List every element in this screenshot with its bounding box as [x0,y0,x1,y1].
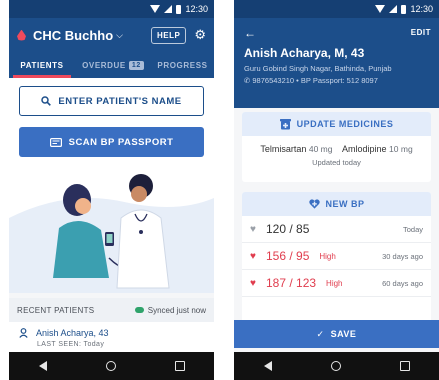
bp-level: High [326,278,343,288]
signal-icon [389,5,398,13]
recent-patients-title: RECENT PATIENTS [17,305,95,315]
patient-header: ← EDIT Anish Acharya, M, 43 Guru Gobind … [234,18,439,108]
medicine-name: Telmisartan [260,144,307,154]
save-label: SAVE [330,329,357,339]
search-patient-button[interactable]: ENTER PATIENT'S NAME [19,86,204,116]
list-item[interactable]: Anish Acharya, 43 LAST SEEN: Today [9,322,214,352]
tab-patients[interactable]: PATIENTS [9,52,75,78]
back-arrow-icon[interactable]: ← [244,26,429,40]
recent-patient-last-seen: LAST SEEN: Today [37,341,105,348]
new-bp-button[interactable]: NEW BP [242,192,431,216]
nav-back-icon[interactable] [38,361,47,371]
cloud-check-icon [134,307,144,313]
new-bp-label: NEW BP [325,199,365,209]
passport-card-icon [49,137,62,147]
medicine-dose: 40 mg [308,144,333,154]
wifi-icon [150,5,161,13]
status-time: 12:30 [185,4,208,14]
heart-plus-icon [308,199,320,209]
status-bar: 12:30 [9,0,214,18]
phone-icon: ✆ [244,76,251,85]
tab-overdue[interactable]: OVERDUE 12 [75,52,151,78]
status-bar: 12:30 [234,0,439,18]
help-button[interactable]: HELP [151,26,187,44]
heart-icon: ♥ [250,250,256,262]
patient-address: Guru Gobind Singh Nagar, Bathinda, Punja… [244,64,392,73]
bp-reading-row[interactable]: ♥ 187 / 123 High 60 days ago [242,270,431,297]
nav-home-icon[interactable] [105,361,116,371]
status-time: 12:30 [410,4,433,14]
doctor-patient-illustration [9,174,214,293]
heart-icon: ♥ [250,223,256,235]
scan-passport-button[interactable]: SCAN BP PASSPORT [19,127,204,157]
patient-name: Anish Acharya, M, 43 [244,46,365,60]
sync-status: Synced just now [134,305,206,315]
nav-recents-icon[interactable] [174,361,185,371]
chevron-down-icon[interactable]: ⌵ [116,30,123,41]
medicines-card: UPDATE MEDICINES Telmisartan 40 mg Amlod… [242,112,431,182]
app-bar: CHC Buchho ⌵ HELP ⚙ [9,18,214,52]
system-nav-bar [234,352,439,380]
bp-date: 30 days ago [382,251,423,261]
nav-back-icon[interactable] [263,361,272,371]
recent-patient-name-row: Anish Acharya, 43 [19,328,204,338]
nav-home-icon[interactable] [330,361,341,371]
scan-passport-label: SCAN BP PASSPORT [68,136,174,148]
sync-status-text: Synced just now [147,305,206,315]
battery-icon [401,4,407,14]
tab-patients-label: PATIENTS [20,60,64,70]
gear-icon[interactable]: ⚙ [194,27,206,43]
recent-patient-name: Anish Acharya, 43 [36,328,109,338]
bp-reading-row[interactable]: ♥ 120 / 85 Today [242,216,431,243]
bp-date: 60 days ago [382,278,423,288]
bp-value: 156 / 95 [266,249,310,263]
nav-recents-icon[interactable] [399,361,410,371]
bp-value: 120 / 85 [266,222,310,236]
medicine-dose: 10 mg [389,144,413,154]
overdue-count-badge: 12 [128,60,144,70]
bp-level: High [319,251,336,261]
battery-icon [176,4,182,14]
patients-screen: 12:30 CHC Buchho ⌵ HELP ⚙ PATIENTS OVERD… [9,0,214,380]
facility-selector[interactable]: CHC Buchho [33,28,113,43]
pill-bottle-icon [279,118,291,129]
tab-progress[interactable]: PROGRESS [151,52,214,78]
medicines-updated: Updated today [312,158,361,167]
medicine-list: Telmisartan 40 mg Amlodipine 10 mg [242,144,431,154]
update-medicines-label: UPDATE MEDICINES [296,119,394,129]
patient-phone-line: ✆ 9876543210 • BP Passport: 512 8097 [244,76,429,85]
bp-date: Today [402,224,423,234]
patient-phone-passport: 9876543210 • BP Passport: 512 8097 [252,76,378,85]
check-icon: ✓ [316,328,325,339]
tab-bar: PATIENTS OVERDUE 12 PROGRESS [9,52,214,78]
save-button[interactable]: ✓ SAVE [234,320,439,348]
blood-drop-icon [17,29,26,41]
search-patient-label: ENTER PATIENT'S NAME [58,95,182,107]
update-medicines-button[interactable]: UPDATE MEDICINES [242,112,431,136]
person-icon [19,328,28,338]
system-nav-bar [9,352,214,380]
blood-pressure-card: NEW BP ♥ 120 / 85 Today ♥ 156 / 95 High … [242,192,431,326]
bp-reading-row[interactable]: ♥ 156 / 95 High 30 days ago [242,243,431,270]
tab-progress-label: PROGRESS [157,60,208,70]
edit-button[interactable]: EDIT [411,28,431,37]
patient-summary-screen: 12:30 ← EDIT Anish Acharya, M, 43 Guru G… [234,0,439,380]
wifi-icon [375,5,386,13]
recent-patients-header: RECENT PATIENTS Synced just now [9,298,214,322]
signal-icon [164,5,173,13]
medicine-name: Amlodipine [342,144,387,154]
heart-icon: ♥ [250,277,256,289]
search-icon [41,96,52,106]
tab-overdue-label: OVERDUE [82,60,126,70]
bp-value: 187 / 123 [266,276,317,290]
